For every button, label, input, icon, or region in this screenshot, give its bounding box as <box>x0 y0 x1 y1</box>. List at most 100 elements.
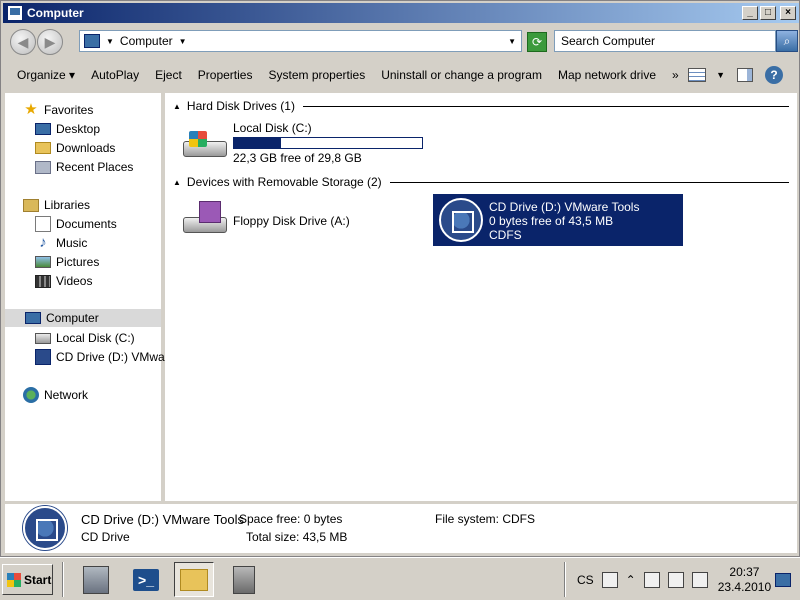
drive-cd-name: CD Drive (D:) VMware Tools <box>489 200 640 214</box>
maximize-button[interactable]: □ <box>760 6 776 20</box>
downloads-folder-icon <box>35 142 51 154</box>
windows-logo-icon <box>7 572 21 587</box>
details-name: CD Drive (D:) VMware Tools <box>81 512 245 527</box>
group-hard-disk-drives[interactable]: ▲ Hard Disk Drives (1) <box>173 99 789 113</box>
server-manager-icon[interactable] <box>76 562 116 597</box>
nav-pictures[interactable]: Pictures <box>35 253 99 271</box>
nav-documents[interactable]: Documents <box>35 215 117 233</box>
address-bar[interactable]: ▼ Computer ▼ ▼ <box>79 30 522 52</box>
drive-cd[interactable]: CD Drive (D:) VMware Tools 0 bytes free … <box>433 194 683 246</box>
address-dropdown-icon[interactable]: ▼ <box>508 37 516 46</box>
close-button[interactable]: × <box>780 6 796 20</box>
group-removable-storage[interactable]: ▲ Devices with Removable Storage (2) <box>173 175 789 189</box>
nav-recent-places[interactable]: Recent Places <box>35 158 133 176</box>
keyboard-icon[interactable] <box>601 571 618 588</box>
powershell-icon[interactable]: >_ <box>126 562 166 597</box>
drive-floppy[interactable]: Floppy Disk Drive (A:) <box>181 197 350 245</box>
explorer-taskbar-icon[interactable] <box>174 562 214 597</box>
details-space-free: Space free: 0 bytes <box>239 512 343 526</box>
nav-local-disk[interactable]: Local Disk (C:) <box>35 329 135 347</box>
views-dropdown-icon[interactable]: ▼ <box>716 70 725 80</box>
minimize-button[interactable]: _ <box>742 6 758 20</box>
forward-button[interactable]: ▶ <box>37 29 63 55</box>
address-row: ◀ ▶ ▼ Computer ▼ ▼ ⟳ Search Computer ⌕ <box>3 24 799 59</box>
cd-drive-icon <box>437 196 485 244</box>
show-hidden-icons-icon[interactable]: ⌃ <box>626 573 636 587</box>
computer-icon <box>7 5 23 21</box>
hard-disk-icon <box>35 332 51 344</box>
videos-icon <box>35 274 51 288</box>
eject-button[interactable]: Eject <box>147 68 190 82</box>
system-properties-button[interactable]: System properties <box>260 68 373 82</box>
explorer-window: Computer _ □ × ◀ ▶ ▼ Computer ▼ ▼ ⟳ Sear… <box>0 0 800 557</box>
refresh-button[interactable]: ⟳ <box>527 32 547 52</box>
views-icon[interactable] <box>688 68 707 82</box>
clock-time: 20:37 <box>729 564 760 579</box>
more-commands-button[interactable]: » <box>664 68 687 82</box>
drive-cd-fs: CDFS <box>489 228 522 242</box>
floppy-drive-icon <box>181 197 229 245</box>
cd-drive-icon <box>35 349 51 365</box>
drive-cd-free: 0 bytes free of 43,5 MB <box>489 214 614 228</box>
nav-videos[interactable]: Videos <box>35 272 92 290</box>
nav-cd-drive[interactable]: CD Drive (D:) VMware <box>35 348 175 366</box>
content-pane: ▲ Hard Disk Drives (1) Local Disk (C:) 2… <box>165 93 797 501</box>
map-network-drive-button[interactable]: Map network drive <box>550 68 664 82</box>
drive-c[interactable]: Local Disk (C:) 22,3 GB free of 29,8 GB <box>181 121 423 169</box>
action-center-flag-icon[interactable] <box>643 571 660 588</box>
network-icon <box>23 387 39 403</box>
clock[interactable]: 20:37 23.4.2010 <box>718 565 771 595</box>
documents-icon <box>35 216 51 232</box>
preview-pane-icon[interactable] <box>737 68 753 82</box>
desktop-icon <box>35 123 51 135</box>
nav-desktop[interactable]: Desktop <box>35 120 100 138</box>
libraries-icon <box>23 198 39 212</box>
nav-downloads[interactable]: Downloads <box>35 139 115 157</box>
organize-button[interactable]: Organize ▾ <box>3 68 83 82</box>
navigation-pane: ★ Favorites Desktop Downloads Recent Plac… <box>5 93 175 501</box>
computer-icon <box>25 312 41 324</box>
drive-c-name: Local Disk (C:) <box>233 121 312 135</box>
breadcrumb-arrow-icon[interactable]: ▼ <box>106 37 114 46</box>
pictures-icon <box>35 256 51 268</box>
show-desktop-icon[interactable] <box>775 572 792 587</box>
music-icon: ♪ <box>39 234 47 251</box>
details-total-size: Total size: 43,5 MB <box>246 530 348 544</box>
star-icon: ★ <box>24 101 38 118</box>
breadcrumb-computer[interactable]: Computer <box>120 34 173 48</box>
taskbar: Start >_ CS ⌃ 20:37 23.4.2010 <box>0 557 800 600</box>
drive-c-free: 22,3 GB free of 29,8 GB <box>233 151 362 165</box>
network-status-icon[interactable] <box>667 571 684 588</box>
collapse-arrow-icon[interactable]: ▲ <box>173 102 181 111</box>
properties-button[interactable]: Properties <box>190 68 261 82</box>
admin-tools-icon[interactable] <box>224 562 264 597</box>
nav-network[interactable]: Network <box>23 386 88 404</box>
cd-drive-icon <box>23 506 67 550</box>
window-title: Computer <box>27 6 84 20</box>
search-input[interactable]: Search Computer <box>554 30 776 52</box>
uninstall-button[interactable]: Uninstall or change a program <box>373 68 550 82</box>
hard-disk-icon <box>181 121 229 169</box>
nav-music[interactable]: ♪ Music <box>35 234 87 252</box>
nav-libraries[interactable]: Libraries <box>23 196 90 214</box>
breadcrumb-arrow-icon[interactable]: ▼ <box>179 37 187 46</box>
details-pane: CD Drive (D:) VMware Tools CD Drive Spac… <box>5 503 797 553</box>
details-file-system: File system: CDFS <box>435 512 536 526</box>
nav-favorites[interactable]: ★ Favorites <box>23 101 93 119</box>
computer-icon <box>84 34 100 48</box>
recent-places-icon <box>35 160 51 174</box>
autoplay-button[interactable]: AutoPlay <box>83 68 147 82</box>
search-icon[interactable]: ⌕ <box>776 30 798 52</box>
title-bar[interactable]: Computer _ □ × <box>3 3 799 23</box>
back-button[interactable]: ◀ <box>10 29 36 55</box>
collapse-arrow-icon[interactable]: ▲ <box>173 178 181 187</box>
nav-computer[interactable]: Computer <box>5 309 161 327</box>
start-button[interactable]: Start <box>2 564 53 595</box>
command-bar: Organize ▾ AutoPlay Eject Properties Sys… <box>3 59 799 91</box>
drive-c-usage-bar <box>233 137 423 149</box>
clock-date: 23.4.2010 <box>717 579 772 594</box>
details-type: CD Drive <box>81 530 130 544</box>
help-icon[interactable]: ? <box>765 66 783 84</box>
language-indicator[interactable]: CS <box>577 573 594 587</box>
volume-muted-icon[interactable] <box>691 571 708 588</box>
